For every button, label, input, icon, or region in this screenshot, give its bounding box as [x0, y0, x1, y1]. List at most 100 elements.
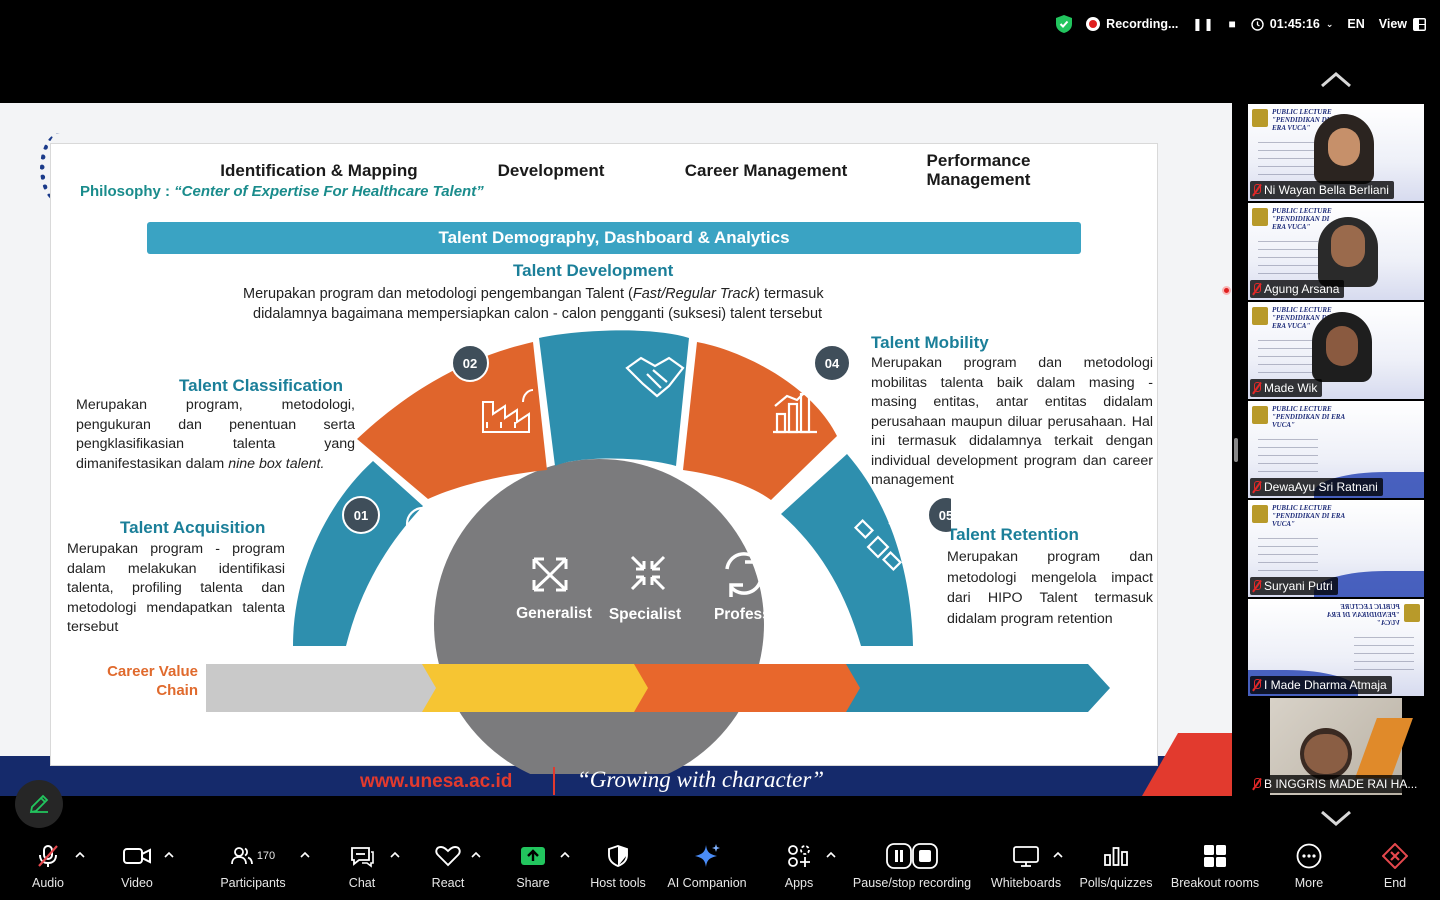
meeting-toolbar: Audio Video 170 Participants Chat React … [0, 836, 1440, 900]
participants-button[interactable]: 170 Participants [212, 836, 294, 900]
audio-button[interactable]: Audio [22, 836, 74, 900]
end-meeting-button[interactable]: End [1375, 836, 1415, 900]
stop-recording-icon[interactable]: ■ [1229, 17, 1237, 31]
philosophy-prefix: Philosophy : [80, 183, 175, 200]
chevron-up-icon[interactable] [1318, 68, 1354, 90]
mic-muted-icon [1252, 580, 1261, 592]
retention-text: Merupakan program dan metodologi mengelo… [947, 549, 1153, 627]
chat-options-caret-icon[interactable] [390, 850, 400, 860]
participants-label: Participants [220, 876, 286, 890]
annotate-button[interactable] [15, 780, 63, 828]
participant-name: Ni Wayan Bella Berliani [1264, 183, 1389, 197]
end-close-icon [1382, 843, 1408, 869]
participant-tile[interactable]: PUBLIC LECTURE "PENDIDIKAN DI ERA VUCA" … [1248, 302, 1424, 399]
core-label-generalist: Generalist [516, 605, 592, 622]
mic-muted-icon [1252, 679, 1261, 691]
video-camera-icon [123, 848, 151, 864]
poster-title: PUBLIC LECTURE "PENDIDIKAN DI ERA VUCA" [1272, 405, 1345, 429]
chat-label: Chat [348, 876, 376, 890]
mic-muted-icon [1252, 283, 1261, 295]
encryption-shield-icon[interactable] [1056, 15, 1073, 33]
participant-tile[interactable]: PUBLIC LECTURE "PENDIDIKAN DI ERA VUCA" … [1248, 203, 1424, 300]
share-options-caret-icon[interactable] [560, 850, 570, 860]
meeting-timer[interactable]: 01:45:16 ⌄ [1251, 17, 1334, 31]
apps-options-caret-icon[interactable] [826, 850, 836, 860]
chat-button[interactable]: Chat [340, 836, 384, 900]
polls-button[interactable]: Polls/quizzes [1076, 836, 1156, 900]
recording-indicator[interactable]: Recording... [1086, 17, 1178, 31]
chain-step-2 [422, 664, 650, 712]
participant-name: Made Wik [1264, 381, 1318, 395]
more-button[interactable]: More [1286, 836, 1332, 900]
ai-companion-label: AI Companion [667, 876, 747, 890]
chain-step-1 [206, 664, 438, 712]
poster-details [1258, 439, 1318, 473]
host-tools-button[interactable]: Host tools [585, 836, 651, 900]
meeting-status: Recording... ❚❚ ■ 01:45:16 ⌄ EN View [1056, 12, 1426, 36]
pause-stop-recording-button[interactable]: Pause/stop recording [850, 836, 974, 900]
whiteboards-button[interactable]: Whiteboards [988, 836, 1064, 900]
video-options-caret-icon[interactable] [164, 850, 174, 860]
segment-05 [781, 454, 913, 646]
pencil-icon [29, 794, 49, 814]
whiteboard-icon [1013, 846, 1039, 867]
participants-count: 170 [256, 850, 276, 862]
share-button[interactable]: Share [510, 836, 556, 900]
language-selector[interactable]: EN [1347, 17, 1364, 31]
participant-name: Suryani Putri [1264, 579, 1333, 593]
chevron-down-icon: ⌄ [1325, 18, 1334, 29]
mic-muted-icon [38, 845, 58, 867]
career-value-chain [206, 664, 1110, 712]
mic-muted-icon [1252, 778, 1261, 790]
whiteboards-label: Whiteboards [990, 876, 1062, 890]
participant-name: DewaAyu Sri Ratnani [1264, 480, 1378, 494]
react-button[interactable]: React [424, 836, 472, 900]
host-tools-label: Host tools [590, 876, 646, 890]
bar-chart-icon [1104, 847, 1128, 866]
polls-label: Polls/quizzes [1079, 876, 1153, 890]
audio-options-caret-icon[interactable] [75, 850, 85, 860]
participant-video [1312, 312, 1372, 382]
mic-muted-icon [1252, 184, 1261, 196]
poster-details [1258, 241, 1318, 275]
react-options-caret-icon[interactable] [471, 850, 481, 860]
apps-button[interactable]: Apps [778, 836, 820, 900]
view-button[interactable]: View [1379, 17, 1426, 31]
video-button[interactable]: Video [110, 836, 164, 900]
participant-name-tag: Suryani Putri [1250, 577, 1338, 595]
breakout-rooms-button[interactable]: Breakout rooms [1168, 836, 1262, 900]
share-label: Share [516, 876, 550, 890]
strip-resize-handle[interactable] [1234, 438, 1238, 462]
participant-name-tag: Made Wik [1250, 379, 1323, 397]
apps-label: Apps [784, 876, 814, 890]
ai-sparkle-icon [695, 844, 720, 867]
development-text-line2: didalamnya bagaimana mempersiapkan calon… [253, 305, 823, 322]
recording-label: Recording... [1106, 17, 1179, 31]
chain-career-management-label: Career Management [684, 160, 848, 180]
top-status-bar: Recording... ❚❚ ■ 01:45:16 ⌄ EN View [0, 0, 1440, 48]
chevron-down-icon[interactable] [1318, 808, 1354, 830]
participant-tile[interactable]: PUBLIC LECTURE "PENDIDIKAN DI ERA VUCA" … [1248, 599, 1424, 696]
badge-05: 05 [927, 496, 951, 534]
pause-recording-icon[interactable]: ❚❚ [1192, 17, 1214, 31]
ai-companion-button[interactable]: AI Companion [664, 836, 750, 900]
screen-share-indicator [1222, 286, 1231, 295]
badge-05-label: 05 [939, 508, 951, 523]
footer-website: www.unesa.ac.id [360, 771, 513, 792]
participant-tile[interactable]: PUBLIC LECTURE "PENDIDIKAN DI ERA VUCA" … [1248, 500, 1424, 597]
segment-01 [293, 461, 423, 646]
badge-01-label: 01 [354, 508, 368, 523]
more-label: More [1294, 876, 1324, 890]
chain-step-4 [846, 664, 1110, 712]
university-seal [1404, 604, 1420, 622]
participant-name: B INGGRIS MADE RAI HA... [1264, 777, 1418, 791]
clock-icon [1251, 17, 1264, 31]
participant-tile[interactable]: PUBLIC LECTURE "PENDIDIKAN DI ERA VUCA" … [1248, 401, 1424, 498]
participant-tile[interactable]: PUBLIC LECTURE "PENDIDIKAN DI ERA VUCA" … [1248, 104, 1424, 201]
university-seal [1252, 505, 1268, 523]
apps-icon [788, 845, 810, 867]
development-text-part: Merupakan program dan metodologi pengemb… [243, 286, 633, 302]
participant-tile[interactable]: B INGGRIS MADE RAI HA... [1248, 698, 1424, 795]
participants-options-caret-icon[interactable] [300, 850, 310, 860]
whiteboards-options-caret-icon[interactable] [1053, 850, 1063, 860]
